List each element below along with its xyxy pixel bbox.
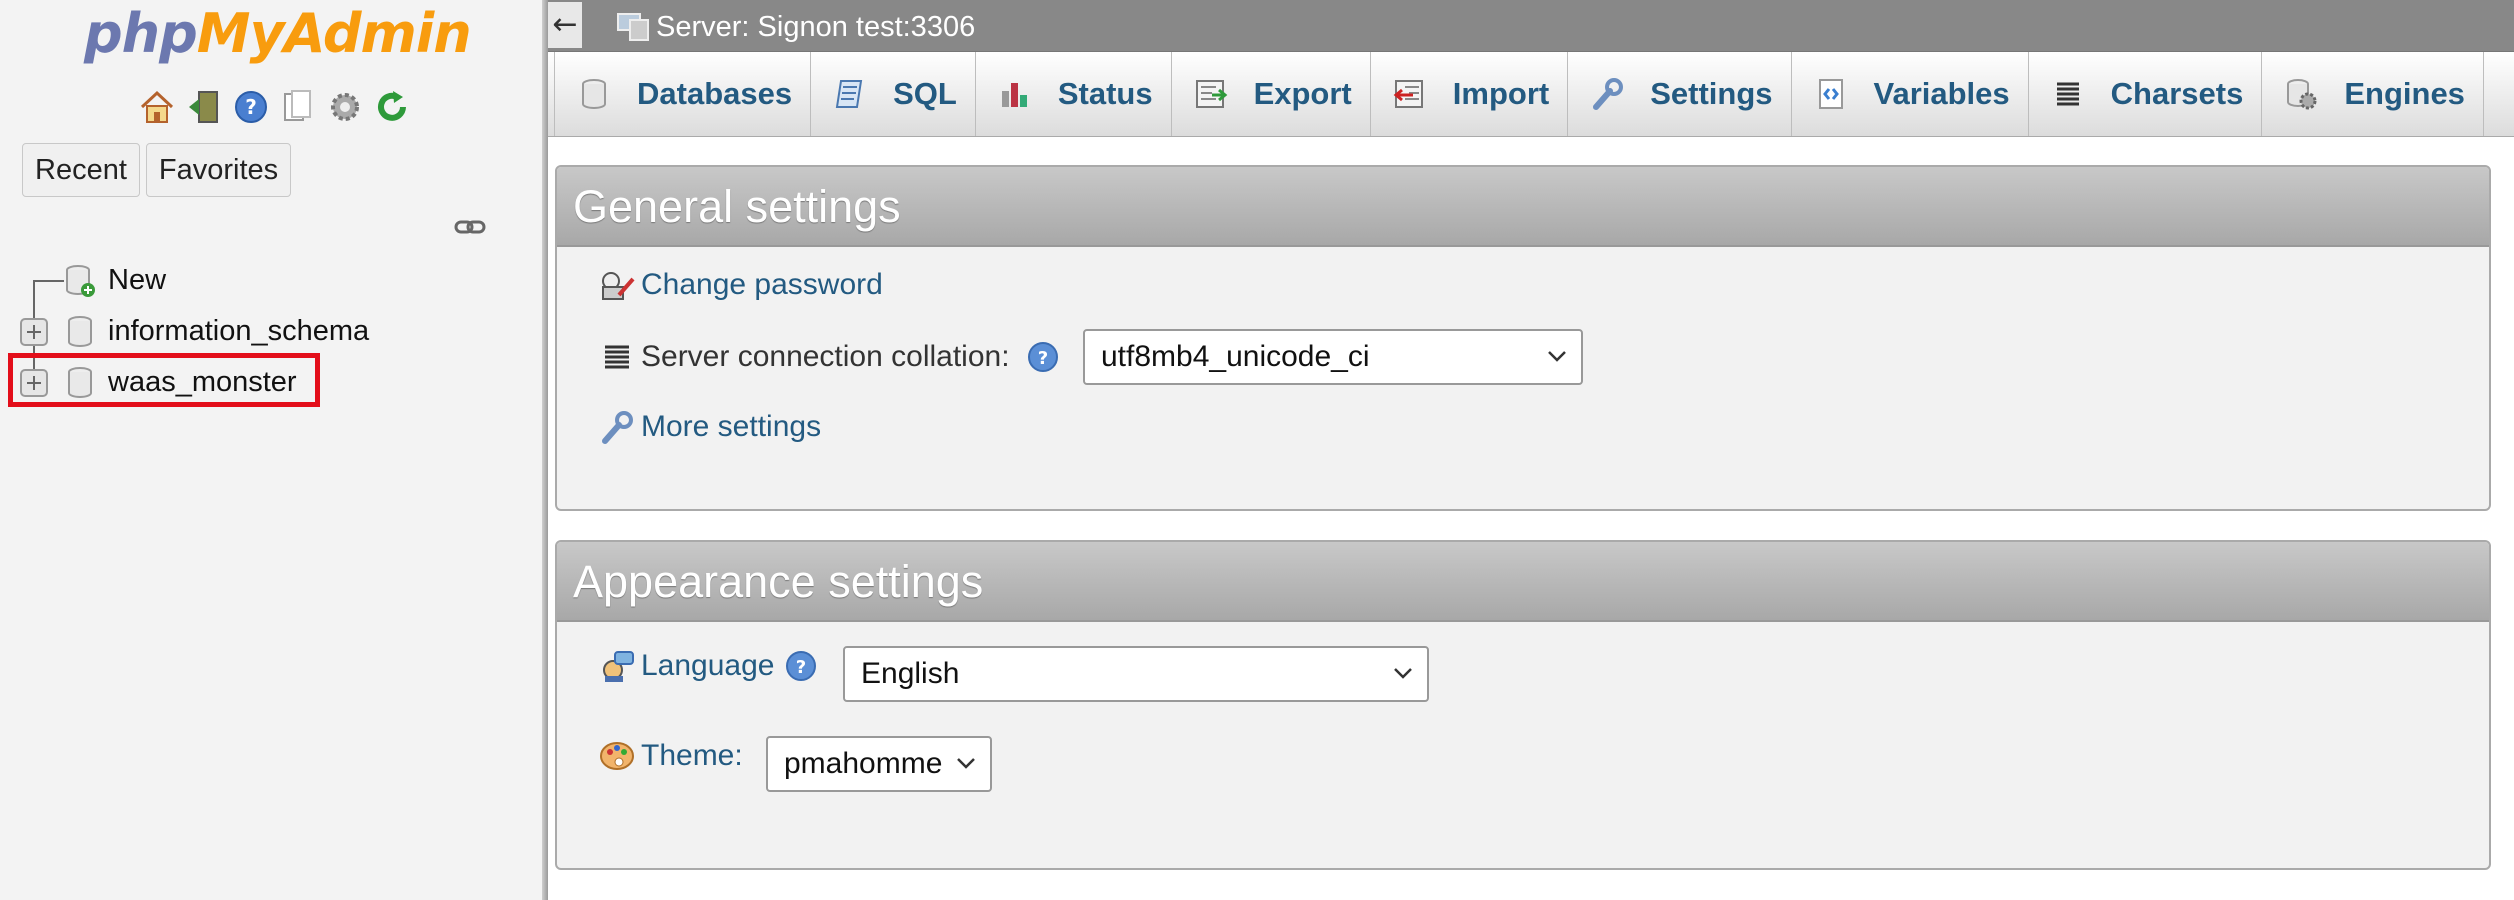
collation-row: Server connection collation: ? (597, 337, 1060, 377)
language-label[interactable]: Language (641, 649, 774, 683)
navigation-panel: phpMyAdmin ? Recent Favorites New inform… (0, 0, 542, 900)
theme-value: pmahomme (784, 747, 943, 780)
tree-item-information-schema[interactable]: information_schema (0, 307, 540, 355)
logo-php-text: php (84, 2, 198, 65)
tab-export[interactable]: Export (1172, 52, 1371, 136)
theme-select[interactable]: pmahomme (766, 736, 992, 792)
tab-settings[interactable]: Settings (1568, 52, 1792, 136)
navigation-tabs: Recent Favorites (22, 143, 292, 197)
variables-icon (1818, 79, 1843, 109)
general-settings-panel: General settings Change password Server … (555, 165, 2491, 511)
tab-label: Engines (2344, 76, 2465, 111)
new-database-icon (64, 264, 96, 298)
theme-label[interactable]: Theme: (641, 739, 743, 773)
language-icon (603, 651, 634, 682)
appearance-settings-panel: Appearance settings Language ? English T… (555, 540, 2491, 870)
wrench-icon (602, 411, 633, 444)
tab-databases[interactable]: Databases (554, 52, 812, 136)
language-row: Language ? (597, 646, 818, 686)
language-value: English (861, 657, 960, 690)
collapse-navigation-button[interactable]: ← (548, 2, 582, 48)
charsets-icon (605, 345, 629, 369)
favorites-button[interactable]: Favorites (145, 143, 292, 197)
svg-text:?: ? (1037, 348, 1047, 369)
chevron-down-icon (1394, 668, 1412, 679)
svg-text:?: ? (796, 657, 806, 678)
recent-button[interactable]: Recent (22, 143, 140, 197)
palette-icon (600, 742, 634, 770)
appearance-settings-title: Appearance settings (557, 542, 2489, 622)
chevron-down-icon (1548, 351, 1566, 362)
tab-label: Variables (1873, 76, 2010, 111)
server-menu: Databases SQL Status Export Import Setti… (548, 52, 2514, 137)
reload-icon[interactable] (373, 88, 411, 126)
chevron-down-icon (957, 758, 975, 769)
general-settings-title: General settings (557, 167, 2489, 247)
logout-icon[interactable] (185, 88, 223, 126)
tab-sql[interactable]: SQL (811, 52, 976, 136)
tree-item-label[interactable]: information_schema (108, 313, 369, 349)
expand-icon[interactable] (20, 318, 48, 346)
engines-icon (2287, 79, 2317, 110)
tab-label: Export (1253, 76, 1352, 111)
collation-select[interactable]: utf8mb4_unicode_ci (1083, 329, 1583, 385)
settings-icon[interactable] (326, 88, 364, 126)
link-with-main-panel-icon[interactable] (454, 217, 486, 237)
tab-status[interactable]: Status (976, 52, 1172, 136)
breadcrumb-server[interactable]: Server: Signon test:3306 (656, 8, 975, 46)
help-icon[interactable]: ? (232, 88, 270, 126)
tab-label: Settings (1650, 76, 1773, 111)
status-icon (1001, 83, 1027, 107)
language-select[interactable]: English (843, 646, 1429, 702)
charsets-icon (2056, 82, 2079, 106)
phpmyadmin-logo[interactable]: phpMyAdmin (84, 2, 472, 66)
help-icon[interactable]: ? (1026, 340, 1060, 374)
collation-value: utf8mb4_unicode_ci (1101, 340, 1370, 373)
tab-label: Status (1057, 76, 1153, 111)
import-icon (1393, 80, 1423, 108)
tree-item-label: New (108, 264, 167, 296)
logo-admin-text: Admin (283, 2, 472, 65)
wrench-icon (1593, 78, 1624, 110)
tab-label: Charsets (2110, 76, 2244, 111)
help-icon[interactable]: ? (784, 649, 818, 683)
tab-engines[interactable]: Engines (2262, 52, 2484, 136)
navigation-icons: ? (138, 88, 411, 128)
tree-connector (34, 280, 64, 282)
change-password-row: Change password (597, 265, 883, 305)
tab-variables[interactable]: Variables (1792, 52, 2029, 136)
tree-item-new[interactable]: New (0, 256, 540, 304)
sql-icon (835, 80, 863, 108)
database-icon (582, 79, 606, 109)
theme-row: Theme: (597, 736, 743, 776)
key-icon (602, 272, 635, 300)
home-icon[interactable] (138, 88, 176, 126)
export-icon (1195, 80, 1227, 108)
collation-label: Server connection collation: (641, 340, 1010, 373)
change-password-link[interactable]: Change password (641, 268, 883, 302)
highlight-annotation (8, 353, 320, 407)
more-settings-link[interactable]: More settings (641, 410, 821, 444)
database-icon (64, 315, 96, 349)
tab-label: Import (1452, 76, 1550, 111)
more-settings-row: More settings (597, 407, 821, 447)
tab-import[interactable]: Import (1371, 52, 1569, 136)
breadcrumb-bar: ← Server: Signon test:3306 (548, 0, 2514, 52)
server-icon (616, 12, 650, 42)
tab-label: Databases (637, 76, 793, 111)
svg-text:?: ? (245, 95, 257, 119)
docs-icon[interactable] (279, 88, 317, 126)
tab-charsets[interactable]: Charsets (2029, 52, 2263, 136)
tab-label: SQL (893, 76, 957, 111)
logo-my-text: My (196, 2, 285, 65)
